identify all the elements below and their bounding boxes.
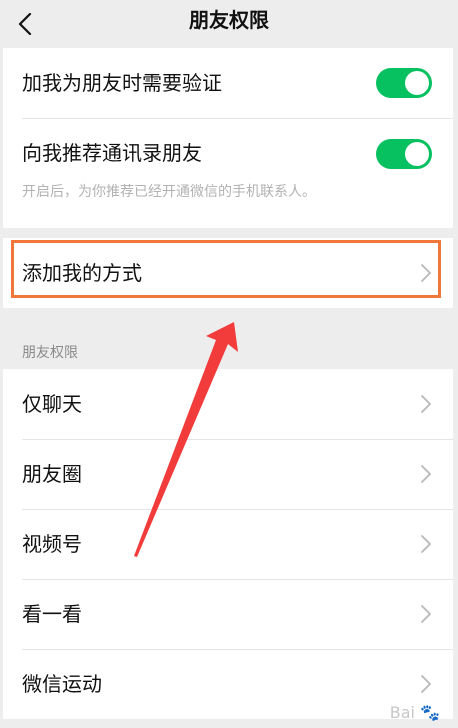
permission-row-wechat-sports[interactable]: 微信运动 bbox=[3, 649, 453, 719]
permission-row-top-stories[interactable]: 看一看 bbox=[3, 579, 453, 649]
permission-label: 视频号 bbox=[22, 532, 82, 556]
permission-row-moments[interactable]: 朋友圈 bbox=[3, 439, 453, 509]
chevron-right-icon bbox=[421, 535, 431, 553]
chevron-right-icon bbox=[421, 264, 431, 282]
permission-row-chat-only[interactable]: 仅聊天 bbox=[3, 369, 453, 439]
friend-permissions-header: 朋友权限 bbox=[22, 345, 78, 361]
permission-label: 看一看 bbox=[22, 602, 82, 626]
paw-icon: 🐾 bbox=[420, 703, 440, 722]
add-methods-group: 添加我的方式 bbox=[3, 238, 453, 308]
recommend-contacts-label: 向我推荐通讯录朋友 bbox=[22, 141, 202, 165]
verification-group: 加我为朋友时需要验证 向我推荐通讯录朋友 开启后，为你推荐已经开通微信的手机联系… bbox=[3, 48, 453, 228]
add-methods-label: 添加我的方式 bbox=[22, 261, 142, 285]
nav-bar: 朋友权限 bbox=[0, 0, 458, 48]
add-methods-row[interactable]: 添加我的方式 bbox=[3, 238, 453, 308]
chevron-right-icon bbox=[421, 605, 431, 623]
permission-label: 朋友圈 bbox=[22, 462, 82, 486]
chevron-right-icon bbox=[421, 395, 431, 413]
recommend-contacts-row: 向我推荐通讯录朋友 bbox=[3, 119, 453, 189]
permission-label: 微信运动 bbox=[22, 672, 102, 696]
permission-row-channels[interactable]: 视频号 bbox=[3, 509, 453, 579]
require-verify-label: 加我为朋友时需要验证 bbox=[22, 71, 222, 95]
permission-label: 仅聊天 bbox=[22, 392, 82, 416]
toggle-knob bbox=[405, 71, 429, 95]
require-verify-toggle[interactable] bbox=[376, 68, 432, 98]
require-verify-row: 加我为朋友时需要验证 bbox=[3, 48, 453, 118]
page-title: 朋友权限 bbox=[189, 8, 269, 32]
recommend-hint: 开启后，为你推荐已经开通微信的手机联系人。 bbox=[22, 184, 316, 200]
watermark-logo: Bai 🐾 bbox=[389, 703, 440, 722]
toggle-knob bbox=[405, 142, 429, 166]
chevron-right-icon bbox=[421, 675, 431, 693]
friend-permissions-group: 仅聊天 朋友圈 视频号 看一看 微信运动 bbox=[3, 369, 453, 719]
recommend-contacts-toggle[interactable] bbox=[376, 139, 432, 169]
chevron-right-icon bbox=[421, 465, 431, 483]
